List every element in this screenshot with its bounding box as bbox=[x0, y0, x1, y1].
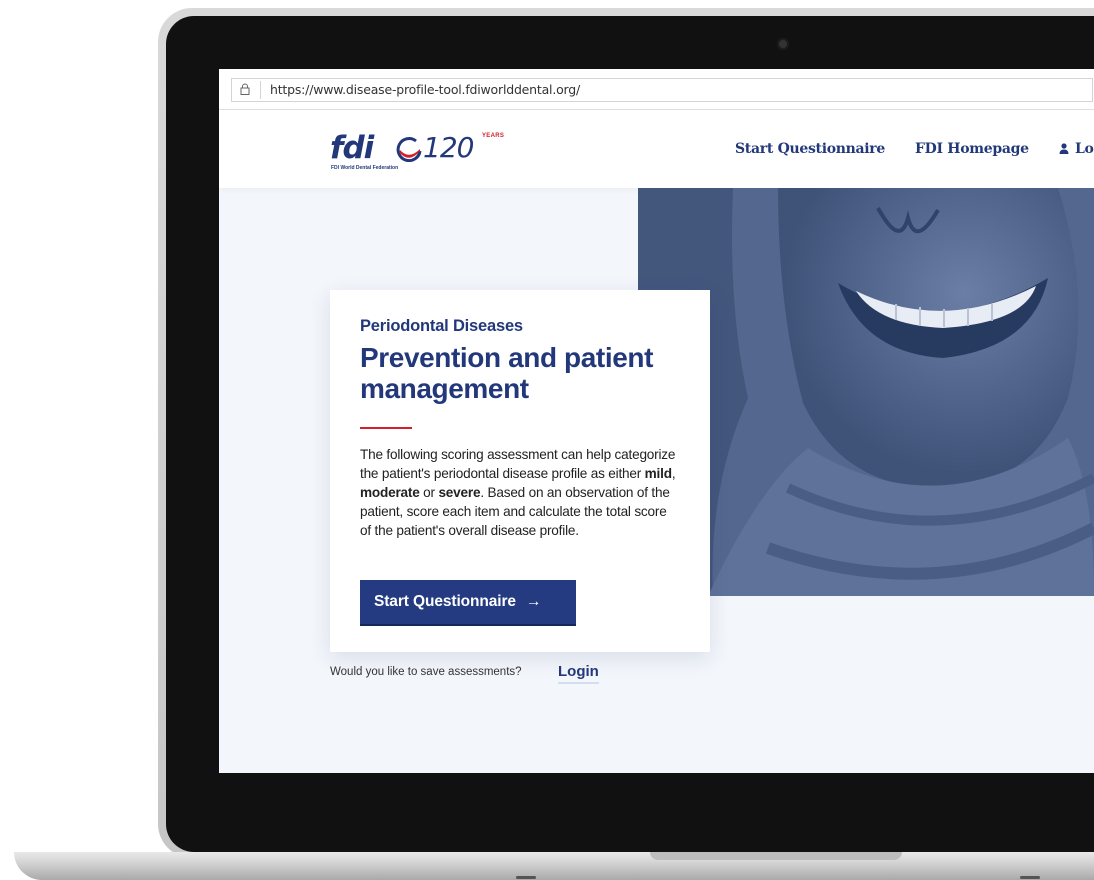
site-header: fdi 120 YEARS FDI World Dental Federatio… bbox=[219, 110, 1094, 188]
smile-icon bbox=[396, 137, 422, 162]
description-part: The following scoring assessment can hel… bbox=[360, 447, 676, 481]
laptop-hinge-notch bbox=[650, 852, 902, 860]
laptop-base bbox=[14, 852, 1094, 880]
description-part: , bbox=[671, 466, 676, 481]
fdi-logo[interactable]: fdi 120 YEARS FDI World Dental Federatio… bbox=[330, 130, 510, 174]
laptop-foot bbox=[1020, 876, 1040, 879]
moderate-emphasis: moderate bbox=[360, 485, 420, 500]
url-text[interactable]: https://www.disease-profile-tool.fdiworl… bbox=[270, 82, 580, 97]
hero-eyebrow: Periodontal Diseases bbox=[360, 317, 523, 335]
nav-fdi-homepage[interactable]: FDI Homepage bbox=[915, 141, 1029, 157]
address-bar: https://www.disease-profile-tool.fdiworl… bbox=[219, 69, 1094, 110]
severe-emphasis: severe bbox=[438, 485, 481, 500]
nav-login-label: Lo bbox=[1075, 141, 1094, 157]
laptop-foot bbox=[516, 876, 536, 879]
user-icon bbox=[1059, 143, 1069, 154]
webcam bbox=[777, 38, 789, 50]
arrow-right-icon: → bbox=[525, 593, 542, 610]
lock-icon bbox=[240, 83, 250, 95]
login-link[interactable]: Login bbox=[558, 663, 599, 684]
browser-screen: https://www.disease-profile-tool.fdiworl… bbox=[219, 69, 1094, 773]
logo-anniversary: 120 bbox=[423, 131, 474, 164]
nav-start-questionnaire[interactable]: Start Questionnaire bbox=[735, 141, 885, 157]
cta-label: Start Questionnaire bbox=[374, 593, 516, 610]
url-field[interactable]: https://www.disease-profile-tool.fdiworl… bbox=[231, 78, 1093, 102]
nav-login[interactable]: Lo bbox=[1059, 141, 1094, 157]
address-separator bbox=[260, 81, 261, 99]
start-questionnaire-button[interactable]: Start Questionnaire → bbox=[360, 580, 576, 624]
hero-description: The following scoring assessment can hel… bbox=[360, 445, 676, 540]
description-part: or bbox=[419, 485, 439, 500]
mild-emphasis: mild bbox=[644, 466, 672, 481]
divider bbox=[360, 427, 412, 429]
logo-wordmark: fdi bbox=[330, 130, 374, 166]
hero-headline: Prevention and patient management bbox=[360, 342, 654, 404]
logo-years: YEARS bbox=[482, 133, 505, 139]
logo-subtitle: FDI World Dental Federation bbox=[331, 165, 399, 171]
hero-card: Periodontal Diseases Prevention and pati… bbox=[330, 290, 710, 652]
save-assessments-prompt: Would you like to save assessments? bbox=[330, 666, 522, 678]
